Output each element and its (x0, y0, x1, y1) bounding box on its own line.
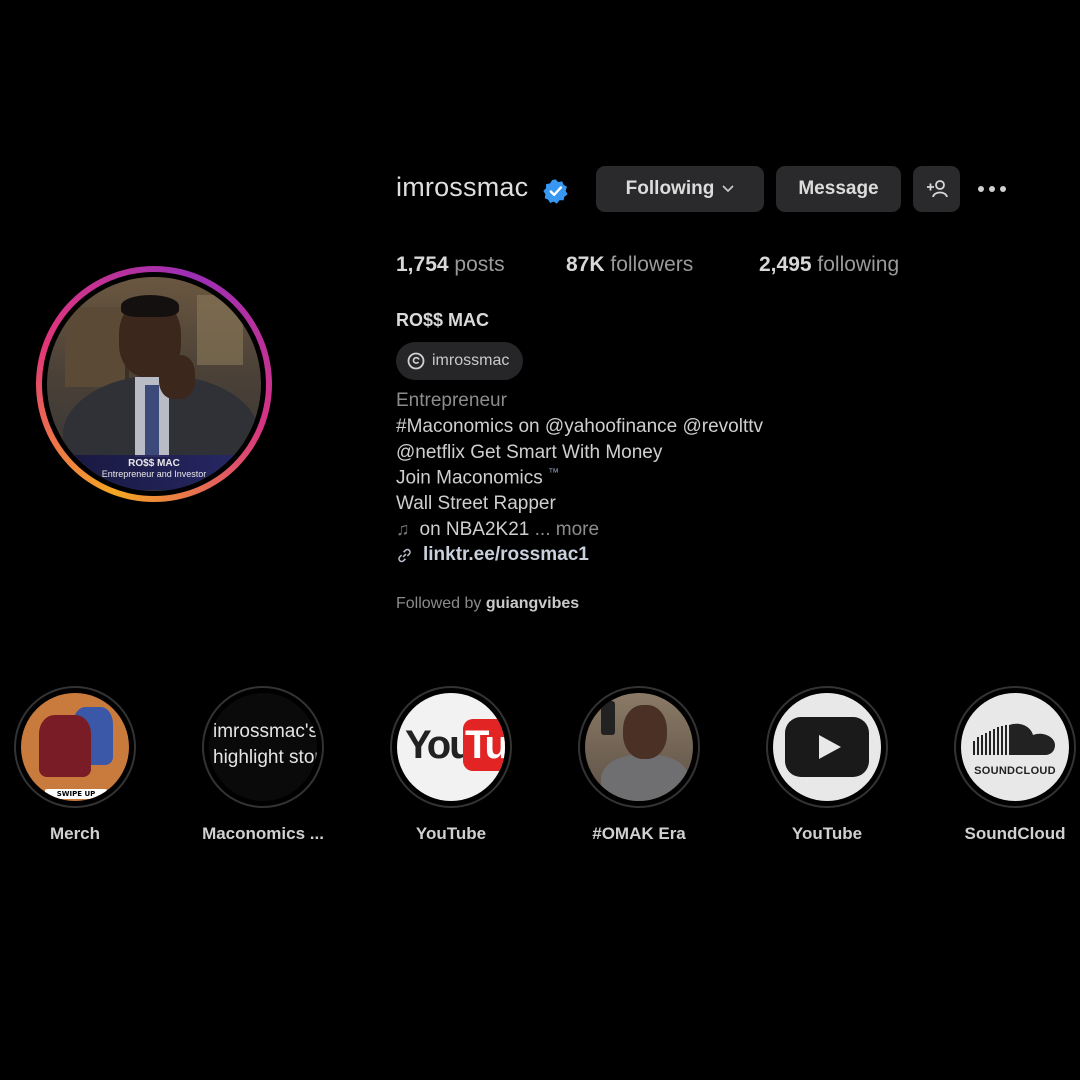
highlight-maconomics[interactable]: imrossmac's highlight story (202, 686, 324, 808)
bio-line-text: Join Maconomics (396, 467, 543, 489)
threads-handle: imrossmac (432, 352, 510, 369)
message-button-label: Message (798, 178, 879, 199)
highlight-omak-era[interactable] (578, 686, 700, 808)
highlight-label: SoundCloud (964, 824, 1066, 843)
threads-badge[interactable]: imrossmac (396, 342, 523, 380)
message-button[interactable]: Message (776, 166, 901, 212)
bio-line: Join Maconomics ™ (396, 467, 559, 489)
posts-count[interactable]: 1,754 posts (396, 253, 505, 277)
highlight-cover: SWIPE UP (21, 693, 129, 801)
soundcloud-icon (973, 723, 1055, 755)
youtube-logo-you: You (405, 723, 474, 767)
highlight-label: #OMAK Era (592, 824, 686, 843)
bio-line-text: on NBA2K21 (419, 519, 530, 540)
avatar-banner-name: RO$$ MAC (128, 458, 180, 469)
highlight-youtube[interactable]: You Tu (390, 686, 512, 808)
highlight-label: Maconomics ... (202, 824, 324, 843)
verified-badge-icon (543, 179, 568, 204)
highlight-cover (773, 693, 881, 801)
followers-count-value: 87K (566, 253, 605, 276)
threads-icon (407, 352, 425, 370)
highlight-merch[interactable]: SWIPE UP (14, 686, 136, 808)
bio-line: ♫ on NBA2K21 ... more (396, 519, 599, 541)
followers-count-label: followers (610, 253, 694, 276)
youtube-play-icon (785, 717, 869, 777)
bio-link[interactable]: linktr.ee/rossmac1 (396, 544, 589, 566)
highlight-cover (585, 693, 693, 801)
youtube-logo-icon: You Tu (397, 693, 505, 801)
phone-icon (601, 701, 615, 735)
suggested-users-button[interactable] (913, 166, 960, 212)
followed-by-prefix: Followed by (396, 595, 482, 612)
avatar-hand (159, 355, 195, 399)
profile-username: imrossmac (396, 172, 529, 202)
avatar-banner: RO$$ MAC Entrepreneur and Investor (47, 455, 261, 490)
posts-count-value: 1,754 (396, 253, 449, 276)
following-count[interactable]: 2,495 following (759, 253, 899, 277)
avatar-bg-lamp (197, 295, 243, 365)
avatar-tie (145, 385, 159, 455)
more-options-icon[interactable] (978, 178, 1012, 200)
highlight-cover: SOUNDCLOUD (961, 693, 1069, 801)
avatar-banner-title: Entrepreneur and Investor (101, 469, 207, 479)
bio-line: #Maconomics on @yahoofinance @revolttv (396, 416, 764, 437)
soundcloud-wordmark: SOUNDCLOUD (974, 765, 1056, 777)
music-note-icon: ♫ (396, 519, 410, 539)
following-button-label: Following (625, 178, 715, 199)
profile-category: Entrepreneur (396, 390, 507, 411)
followed-by-user: guiangvibes (485, 595, 580, 612)
avatar-hair (121, 295, 179, 317)
following-button[interactable]: Following (596, 166, 764, 212)
following-count-label: following (817, 253, 900, 276)
youtube-logo-tube: Tu (463, 719, 505, 771)
profile-avatar[interactable]: RO$$ MAC Entrepreneur and Investor (36, 266, 272, 502)
following-count-value: 2,495 (759, 253, 812, 276)
trademark-mark: ™ (548, 467, 560, 479)
bio-link-text: linktr.ee/rossmac1 (423, 544, 589, 565)
highlight-youtube-2[interactable] (766, 686, 888, 808)
followers-count[interactable]: 87K followers (566, 253, 693, 277)
add-user-icon (926, 180, 948, 198)
bio-line: @netflix Get Smart With Money (396, 442, 663, 463)
followed-by[interactable]: Followed by guiangvibes (396, 595, 579, 613)
highlight-label: YouTube (415, 824, 487, 843)
cover-person-head (623, 705, 667, 759)
avatar-frame: RO$$ MAC Entrepreneur and Investor (42, 272, 266, 496)
highlight-soundcloud[interactable]: SOUNDCLOUD (954, 686, 1076, 808)
cover-person-body (601, 755, 689, 801)
bio-line: Wall Street Rapper (396, 493, 556, 514)
profile-full-name: RO$$ MAC (396, 310, 490, 330)
avatar-photo: RO$$ MAC Entrepreneur and Investor (47, 277, 261, 491)
posts-count-label: posts (454, 253, 505, 276)
highlight-label: Merch (49, 824, 101, 843)
highlight-label: YouTube (791, 824, 863, 843)
swipe-up-tag: SWIPE UP (45, 789, 107, 799)
bio-more-link[interactable]: ... more (535, 519, 599, 540)
hoodie-red (39, 715, 91, 777)
highlight-cover-text: imrossmac's highlight story (213, 721, 317, 768)
chevron-down-icon (722, 185, 734, 193)
link-icon (398, 548, 411, 562)
highlight-cover: imrossmac's highlight story (209, 693, 317, 801)
